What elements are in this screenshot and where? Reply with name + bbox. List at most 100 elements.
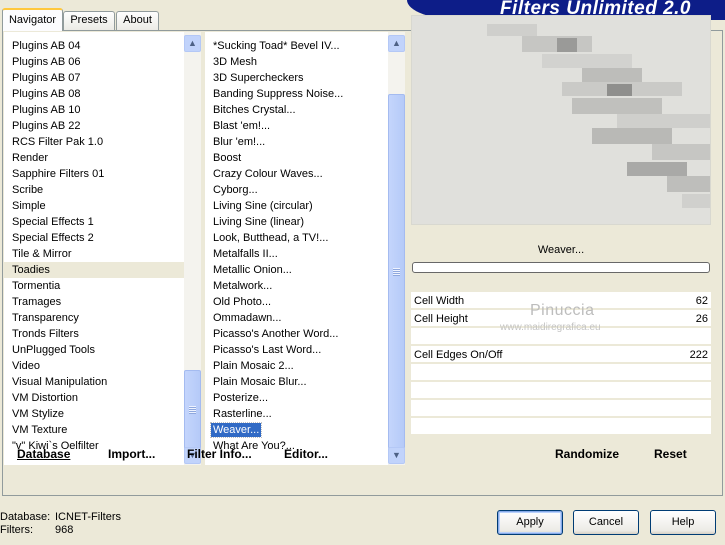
filters-count-label: Filters: (0, 524, 33, 536)
list-item-label: Old Photo... (213, 296, 272, 308)
filter-list-item[interactable]: Blast 'em!... (205, 118, 405, 134)
category-list-item[interactable]: Tramages (4, 294, 201, 310)
filter-list-item[interactable]: 3D Supercheckers (205, 70, 405, 86)
filter-list-item[interactable]: Picasso's Last Word... (205, 342, 405, 358)
category-scroll-up-button[interactable]: ▲ (184, 35, 201, 52)
category-list-item[interactable]: Plugins AB 07 (4, 70, 201, 86)
category-list-item[interactable]: Tronds Filters (4, 326, 201, 342)
category-list-item[interactable]: Plugins AB 08 (4, 86, 201, 102)
filter-list-item[interactable]: Look, Butthead, a TV!... (205, 230, 405, 246)
category-list-item[interactable]: Plugins AB 10 (4, 102, 201, 118)
list-item-label: Scribe (12, 184, 44, 196)
filter-list-item[interactable]: Metallic Onion... (205, 262, 405, 278)
filter-list-item[interactable]: Metalwork... (205, 278, 405, 294)
tab-navigator[interactable]: Navigator (2, 8, 63, 31)
database-button[interactable]: Database (17, 445, 70, 463)
editor-button[interactable]: Editor... (284, 445, 328, 463)
category-list-item[interactable]: Visual Manipulation (4, 374, 201, 390)
filter-list-item[interactable]: Banding Suppress Noise... (205, 86, 405, 102)
category-scrollbar[interactable]: ▲ ▼ (184, 32, 201, 465)
category-list-item[interactable]: Transparency (4, 310, 201, 326)
filter-list-item[interactable]: Metalfalls II... (205, 246, 405, 262)
param-label: Cell Edges On/Off (414, 349, 503, 361)
filter-list-item[interactable]: Bitches Crystal... (205, 102, 405, 118)
import-button[interactable]: Import... (108, 445, 155, 463)
help-button[interactable]: Help (650, 510, 716, 535)
tab-presets[interactable]: Presets (63, 11, 115, 30)
category-list-item[interactable]: Plugins AB 22 (4, 118, 201, 134)
filter-list-item[interactable]: 3D Mesh (205, 54, 405, 70)
category-list-item[interactable]: Plugins AB 04 (4, 38, 201, 54)
filter-list-item[interactable]: Boost (205, 150, 405, 166)
filter-scroll-down-button[interactable]: ▼ (388, 447, 405, 464)
filter-list-item[interactable]: Ommadawn... (205, 310, 405, 326)
category-list-item[interactable]: Tormentia (4, 278, 201, 294)
category-list-item[interactable]: Render (4, 150, 201, 166)
category-list-item[interactable]: Plugins AB 06 (4, 54, 201, 70)
filter-scroll-up-button[interactable]: ▲ (388, 35, 405, 52)
list-item-label: *Sucking Toad* Bevel IV... (213, 40, 340, 52)
category-list-item[interactable]: UnPlugged Tools (4, 342, 201, 358)
filter-scrollbar[interactable]: ▲ ▼ (388, 32, 405, 465)
list-item-label: Sapphire Filters 01 (12, 168, 105, 180)
reset-button[interactable]: Reset (654, 445, 687, 463)
param-row-cell-edges[interactable]: Cell Edges On/Off 222 (411, 347, 711, 364)
filter-info-button[interactable]: Filter Info... (187, 445, 252, 463)
grip-icon (189, 406, 196, 414)
list-item-label: Metalwork... (213, 280, 273, 292)
cancel-button[interactable]: Cancel (573, 510, 639, 535)
category-list-item[interactable]: VM Stylize (4, 406, 201, 422)
filter-list[interactable]: *Sucking Toad* Bevel IV... 3D Mesh 3D Supe… (205, 32, 405, 465)
list-item-label: Living Sine (linear) (213, 216, 305, 228)
list-item-label: UnPlugged Tools (12, 344, 95, 356)
category-list-item[interactable]: VM Distortion (4, 390, 201, 406)
list-item-label: VM Stylize (12, 408, 64, 420)
category-list[interactable]: Plugins AB 04 Plugins AB 06 Plugins AB 07 P… (4, 32, 201, 465)
param-slot-empty (411, 364, 711, 381)
filter-list-item[interactable]: Cyborg... (205, 182, 405, 198)
filter-list-item[interactable]: Weaver... (205, 422, 405, 438)
filter-list-item[interactable]: Picasso's Another Word... (205, 326, 405, 342)
filter-list-item[interactable]: Plain Mosaic Blur... (205, 374, 405, 390)
filter-list-item[interactable]: Plain Mosaic 2... (205, 358, 405, 374)
list-item-label: Special Effects 1 (12, 216, 94, 228)
category-list-item[interactable]: Video (4, 358, 201, 374)
filter-list-item[interactable]: Crazy Colour Waves... (205, 166, 405, 182)
list-item-label: Tramages (12, 296, 62, 308)
category-list-item[interactable]: Special Effects 1 (4, 214, 201, 230)
category-scroll-thumb[interactable] (184, 370, 201, 450)
category-list-item[interactable]: RCS Filter Pak 1.0 (4, 134, 201, 150)
category-list-item[interactable]: Simple (4, 198, 201, 214)
category-list-item[interactable]: Scribe (4, 182, 201, 198)
list-item-label: 3D Supercheckers (213, 72, 304, 84)
category-list-item[interactable]: Toadies (4, 262, 201, 278)
list-item-label: Rasterline... (213, 408, 272, 420)
filter-list-item[interactable]: Rasterline... (205, 406, 405, 422)
list-item-label: Ommadawn... (213, 312, 282, 324)
param-value: 62 (695, 295, 708, 307)
apply-button[interactable]: Apply (497, 510, 563, 535)
list-item-label: Plugins AB 08 (12, 88, 81, 100)
tab-about[interactable]: About (116, 11, 159, 30)
category-list-item[interactable]: Special Effects 2 (4, 230, 201, 246)
randomize-button[interactable]: Randomize (555, 445, 619, 463)
database-label: Database: (0, 511, 51, 523)
param-value: 222 (689, 349, 708, 361)
filter-list-item[interactable]: *Sucking Toad* Bevel IV... (205, 38, 405, 54)
filter-list-item[interactable]: Living Sine (circular) (205, 198, 405, 214)
filter-scroll-thumb[interactable] (388, 94, 405, 449)
list-item-label: Video (12, 360, 40, 372)
filter-list-item[interactable]: Posterize... (205, 390, 405, 406)
database-value: ICNET-Filters (55, 511, 121, 523)
category-list-item[interactable]: Sapphire Filters 01 (4, 166, 201, 182)
filter-list-item[interactable]: Old Photo... (205, 294, 405, 310)
filter-list-item[interactable]: Living Sine (linear) (205, 214, 405, 230)
preview-image (411, 15, 711, 225)
filter-list-item[interactable]: Blur 'em!... (205, 134, 405, 150)
list-item-label: Living Sine (circular) (213, 200, 313, 212)
category-list-item[interactable]: VM Texture (4, 422, 201, 438)
list-item-label: Look, Butthead, a TV!... (213, 232, 329, 244)
list-item-label: Picasso's Last Word... (213, 344, 322, 356)
category-list-item[interactable]: Tile & Mirror (4, 246, 201, 262)
progress-bar (412, 262, 710, 273)
